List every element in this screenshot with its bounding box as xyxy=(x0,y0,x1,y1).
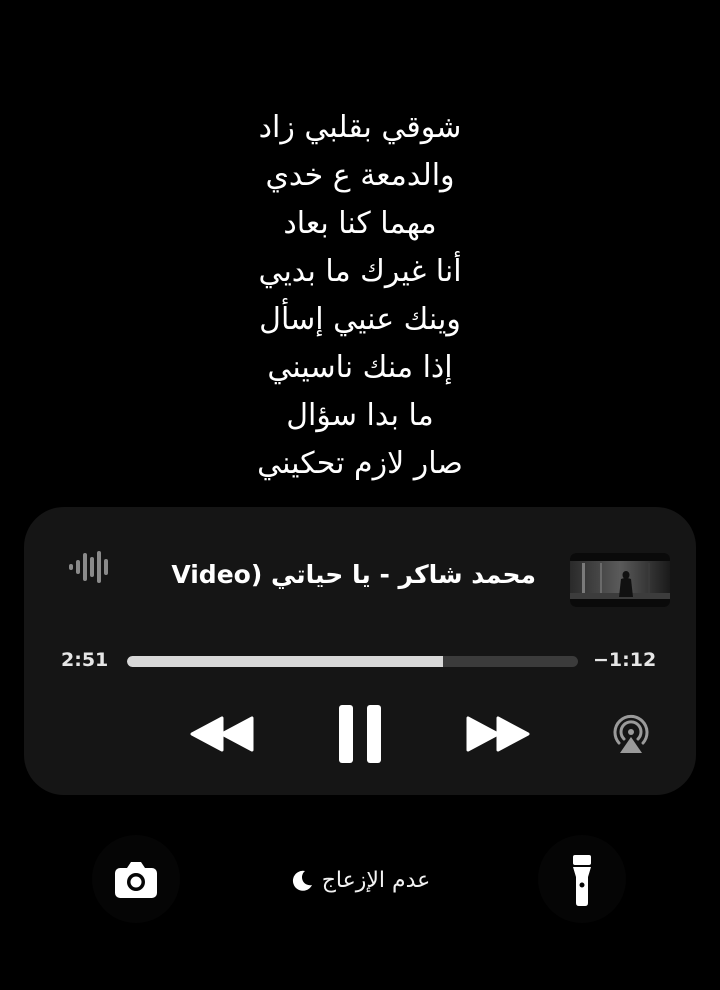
lyric-line: شوقي بقلبي زاد xyxy=(258,110,462,145)
flashlight-icon xyxy=(573,855,591,906)
track-title: محمد شاكر - يا حياتي (Video xyxy=(171,560,536,589)
lyric-line: ما بدا سؤال xyxy=(286,398,434,433)
moon-icon xyxy=(292,870,312,891)
elapsed-time: 2:51 xyxy=(61,649,109,671)
progress-fill xyxy=(127,656,443,667)
rewind-icon[interactable] xyxy=(190,714,254,754)
airplay-icon[interactable] xyxy=(611,713,651,755)
waveform-icon xyxy=(69,551,108,583)
lyrics-text: شوقي بقلبي زاد والدمعة ع خدي مهما كنا بع… xyxy=(0,104,720,488)
camera-button[interactable] xyxy=(92,835,180,923)
remaining-time: −1:12 xyxy=(593,649,657,671)
lyric-line: صار لازم تحكيني xyxy=(257,446,463,481)
track-title-container[interactable]: محمد شاكر - يا حياتي (Video xyxy=(116,555,536,595)
lyric-line: مهما كنا بعاد xyxy=(283,206,437,241)
lyric-line: وينك عنيي إسأل xyxy=(259,302,461,337)
fast-forward-icon[interactable] xyxy=(466,714,530,754)
playback-scrubber[interactable] xyxy=(127,656,578,667)
lock-screen: شوقي بقلبي زاد والدمعة ع خدي مهما كنا بع… xyxy=(0,0,720,990)
lyric-line: والدمعة ع خدي xyxy=(265,158,455,193)
pause-icon[interactable] xyxy=(337,703,383,765)
do-not-disturb-indicator[interactable]: عدم الإزعاج xyxy=(260,862,460,898)
flashlight-button[interactable] xyxy=(538,835,626,923)
focus-label: عدم الإزعاج xyxy=(321,867,431,893)
camera-icon xyxy=(115,862,157,898)
now-playing-widget[interactable]: محمد شاكر - يا حياتي (Video 2:51 −1:12 xyxy=(24,507,696,795)
lyric-line: إذا منك ناسيني xyxy=(267,350,453,385)
album-artwork[interactable] xyxy=(570,553,670,607)
lyric-line: أنا غيرك ما بديي xyxy=(258,254,462,289)
